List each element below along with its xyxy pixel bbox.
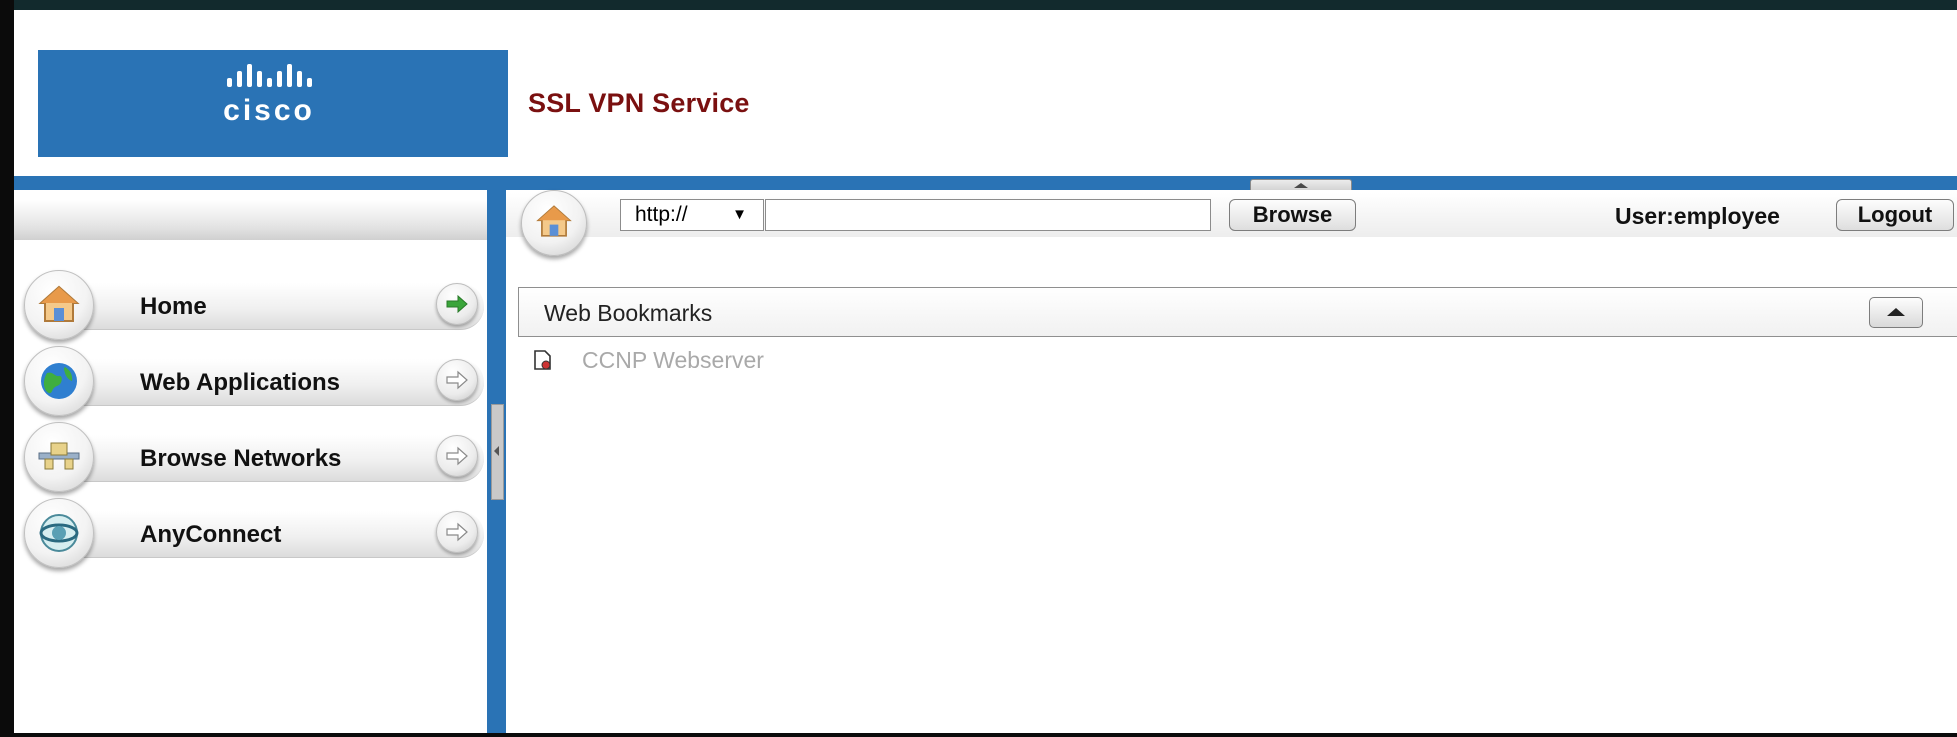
bookmarks-title: Web Bookmarks	[544, 300, 713, 326]
svg-text:cisco: cisco	[223, 94, 315, 127]
arrow-right-icon[interactable]	[436, 435, 478, 477]
sidebar-item-web-applications[interactable]: Web Applications	[24, 346, 494, 416]
globe-icon	[24, 346, 94, 416]
collapse-sidebar-handle[interactable]	[491, 404, 504, 500]
sidebar-item-anyconnect[interactable]: AnyConnect	[24, 498, 494, 568]
page-title: SSL VPN Service	[528, 88, 750, 118]
arrow-right-icon[interactable]	[436, 511, 478, 553]
window-bottom-border	[0, 733, 1957, 737]
sidebar-header	[14, 200, 487, 240]
cisco-logo-icon: cisco	[223, 64, 315, 127]
network-icon	[24, 422, 94, 492]
main-content	[506, 190, 1957, 735]
sidebar: Home Web Applications Browse Networks An…	[14, 190, 487, 733]
bookmark-link[interactable]: CCNP Webserver	[582, 347, 764, 374]
url-input[interactable]	[765, 199, 1211, 231]
sidebar-item-label: Browse Networks	[140, 445, 342, 472]
browse-button[interactable]: Browse	[1229, 199, 1356, 231]
nav-pill	[64, 283, 484, 330]
home-icon	[536, 205, 572, 237]
sidebar-item-label: Web Applications	[140, 369, 341, 396]
user-label: User:employee	[1615, 203, 1780, 229]
window-left-border	[0, 0, 14, 737]
collapse-bookmarks-button[interactable]	[1869, 297, 1923, 328]
bookmarks-panel-header	[518, 287, 1957, 337]
logout-button[interactable]: Logout	[1836, 199, 1954, 231]
anyconnect-icon	[24, 498, 94, 568]
cisco-logo: cisco	[38, 50, 508, 157]
header-divider	[14, 176, 1957, 190]
arrow-right-icon[interactable]	[436, 359, 478, 401]
protocol-select[interactable]: http:// ▼	[620, 199, 764, 231]
sidebar-item-browse-networks[interactable]: Browse Networks	[24, 422, 494, 492]
home-icon	[24, 270, 94, 340]
home-button[interactable]	[521, 190, 587, 256]
arrow-right-icon[interactable]	[436, 283, 478, 325]
dropdown-caret-icon: ▼	[732, 206, 747, 223]
sidebar-item-label: Home	[140, 293, 207, 320]
window-top-border	[0, 0, 1957, 10]
protocol-value: http://	[635, 203, 688, 226]
sidebar-item-home[interactable]: Home	[24, 270, 494, 340]
sidebar-item-label: AnyConnect	[140, 521, 282, 548]
bookmark-page-icon	[534, 350, 551, 370]
